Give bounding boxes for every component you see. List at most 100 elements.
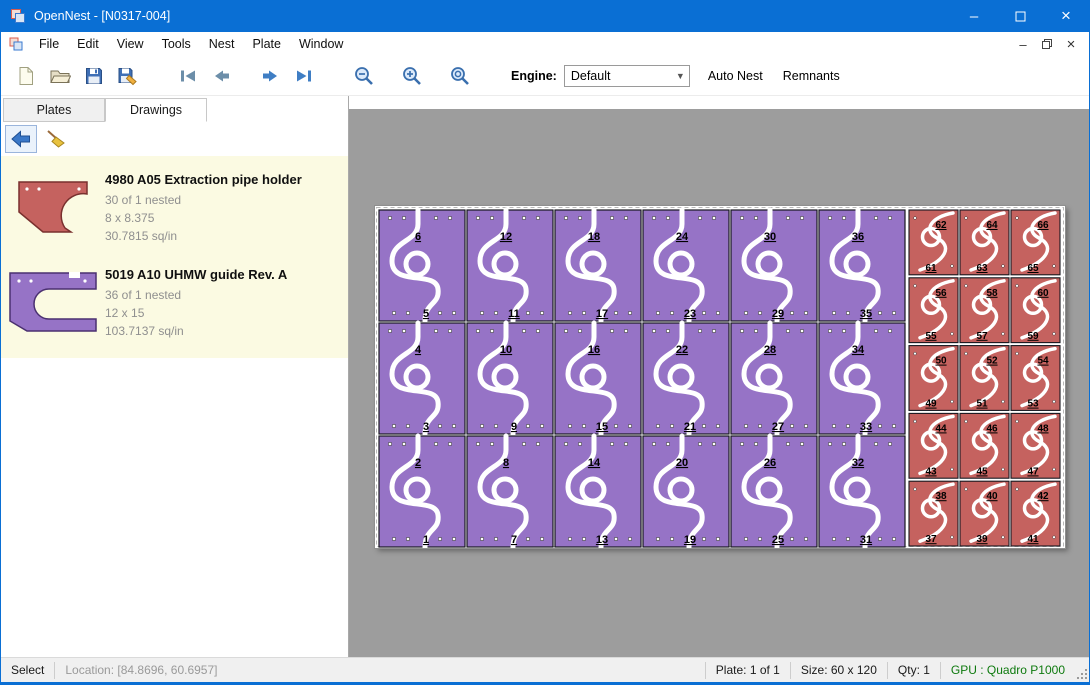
part-number: 15 — [596, 421, 608, 433]
app-icon — [10, 8, 26, 24]
nested-purple-pair-14-13[interactable]: 1413 — [555, 436, 641, 547]
nested-red-pair-42-41[interactable]: 4241 — [1011, 481, 1060, 546]
uhmw-guide-shape — [7, 269, 99, 335]
part-number: 26 — [764, 457, 776, 469]
menu-item-window[interactable]: Window — [290, 33, 352, 55]
drawing-title: 4980 A05 Extraction pipe holder — [105, 172, 302, 187]
nested-purple-pair-18-17[interactable]: 1817 — [555, 210, 641, 321]
nested-purple-pair-20-19[interactable]: 2019 — [643, 436, 729, 547]
new-button[interactable] — [10, 60, 42, 92]
nested-red-pair-62-61[interactable]: 62 61 — [909, 210, 958, 275]
part-number: 9 — [511, 421, 517, 433]
nested-purple-pair-6-5[interactable]: 65 — [379, 210, 465, 321]
nested-purple-pair-34-33[interactable]: 3433 — [819, 323, 905, 434]
menu-item-view[interactable]: View — [108, 33, 153, 55]
remnants-button[interactable]: Remnants — [773, 61, 850, 91]
nested-red-pair-40-39[interactable]: 4039 — [960, 481, 1009, 546]
drawing-nested-count: 30 of 1 nested — [105, 191, 302, 209]
drawing-item-uhmw-guide[interactable]: 5019 A10 UHMW guide Rev. A 36 of 1 neste… — [1, 255, 348, 350]
status-qty: Qty: 1 — [888, 658, 940, 682]
nested-red-pair-50-49[interactable]: 5049 — [909, 346, 958, 411]
part-number: 4 — [415, 344, 422, 356]
close-button[interactable]: × — [1043, 0, 1089, 32]
part-number: 14 — [588, 457, 601, 469]
nest-canvas[interactable]: 6512111817242330293635 43 10 9 16152221 28 27 3… — [349, 96, 1089, 657]
nested-purple-pair-16-15[interactable]: 1615 — [555, 323, 641, 434]
maximize-button[interactable] — [997, 0, 1043, 32]
part-number: 8 — [503, 457, 509, 469]
part-number: 62 — [935, 220, 947, 231]
part-number: 17 — [596, 308, 608, 320]
part-number: 10 — [500, 344, 512, 356]
next-plate-button[interactable] — [254, 60, 286, 92]
engine-select[interactable]: Default ▼ — [564, 65, 690, 87]
nested-red-pair-54-53[interactable]: 5453 — [1011, 346, 1060, 411]
save-as-button[interactable] — [112, 60, 144, 92]
nested-purple-pair-10-9[interactable]: 10 9 — [467, 323, 553, 434]
nested-purple-pair-8-7[interactable]: 87 — [467, 436, 553, 547]
nested-red-pair-48-47[interactable]: 4847 — [1011, 413, 1060, 478]
zoom-fit-button[interactable] — [444, 60, 476, 92]
part-number: 46 — [986, 423, 998, 434]
nested-red-pair-66-65[interactable]: 6665 — [1011, 210, 1060, 275]
nested-red-pair-44-43[interactable]: 4443 — [909, 413, 958, 478]
nested-red-pair-52-51[interactable]: 5251 — [960, 346, 1009, 411]
tab-plates[interactable]: Plates — [3, 98, 105, 122]
part-number: 28 — [764, 344, 776, 356]
nested-purple-pair-28-27[interactable]: 28 27 — [731, 323, 817, 434]
mdi-restore-button[interactable] — [1037, 35, 1057, 53]
nested-purple-pair-32-31[interactable]: 3231 — [819, 436, 905, 547]
auto-nest-button[interactable]: Auto Nest — [698, 61, 773, 91]
first-plate-button[interactable] — [172, 60, 204, 92]
nested-red-pair-64-63[interactable]: 6463 — [960, 210, 1009, 275]
menu-item-edit[interactable]: Edit — [68, 33, 108, 55]
nested-purple-pair-26-25[interactable]: 2625 — [731, 436, 817, 547]
previous-icon — [212, 66, 232, 86]
nested-purple-pair-12-11[interactable]: 1211 — [467, 210, 553, 321]
mdi-close-button[interactable]: × — [1061, 35, 1081, 53]
part-number: 37 — [925, 534, 937, 545]
chevron-down-icon[interactable]: ▼ — [672, 66, 689, 86]
app-window: OpenNest - [N0317-004] – × File Edit Vie… — [0, 0, 1090, 685]
nested-red-pair-56-55[interactable]: 5655 — [909, 278, 958, 343]
previous-plate-button[interactable] — [206, 60, 238, 92]
part-number: 36 — [852, 231, 864, 243]
drawing-area: 103.7137 sq/in — [105, 322, 287, 340]
nested-red-pair-46-45[interactable]: 4645 — [960, 413, 1009, 478]
nested-red-pair-58-57[interactable]: 5857 — [960, 278, 1009, 343]
menu-item-file[interactable]: File — [30, 33, 68, 55]
nested-purple-pair-2-1[interactable]: 21 — [379, 436, 465, 547]
zoom-out-button[interactable] — [348, 60, 380, 92]
nest-plate-svg[interactable]: 6512111817242330293635 43 10 9 16152221 28 27 3… — [375, 206, 1065, 548]
import-drawing-button[interactable] — [5, 125, 37, 153]
status-plate: Plate: 1 of 1 — [706, 658, 790, 682]
maximize-icon — [1015, 11, 1026, 22]
clear-drawings-button[interactable] — [40, 125, 72, 153]
plate[interactable]: 6512111817242330293635 43 10 9 16152221 28 27 3… — [375, 206, 1065, 548]
nested-red-pair-60-59[interactable]: 6059 — [1011, 278, 1060, 343]
nested-purple-pair-36-35[interactable]: 3635 — [819, 210, 905, 321]
nested-purple-pair-22-21[interactable]: 2221 — [643, 323, 729, 434]
last-plate-button[interactable] — [288, 60, 320, 92]
mdi-minimize-button[interactable]: – — [1013, 35, 1033, 53]
drawing-list: 4980 A05 Extraction pipe holder 30 of 1 … — [1, 156, 348, 657]
part-number: 20 — [676, 457, 688, 469]
menu-item-nest[interactable]: Nest — [200, 33, 244, 55]
resize-grip[interactable] — [1075, 658, 1089, 682]
broom-icon — [45, 129, 67, 149]
save-button[interactable] — [78, 60, 110, 92]
nested-purple-pair-30-29[interactable]: 3029 — [731, 210, 817, 321]
zoom-in-button[interactable] — [396, 60, 428, 92]
part-number: 27 — [772, 421, 784, 433]
menu-item-tools[interactable]: Tools — [153, 33, 200, 55]
open-button[interactable] — [44, 60, 76, 92]
nested-purple-pair-24-23[interactable]: 2423 — [643, 210, 729, 321]
nested-red-pair-38-37[interactable]: 3837 — [909, 481, 958, 546]
menu-item-plate[interactable]: Plate — [243, 33, 290, 55]
nested-purple-pair-4-3[interactable]: 43 — [379, 323, 465, 434]
part-number: 44 — [935, 423, 947, 434]
part-number: 61 — [925, 263, 937, 274]
minimize-button[interactable]: – — [951, 0, 997, 32]
tab-drawings[interactable]: Drawings — [105, 98, 207, 122]
drawing-item-extraction-pipe-holder[interactable]: 4980 A05 Extraction pipe holder 30 of 1 … — [1, 160, 348, 255]
